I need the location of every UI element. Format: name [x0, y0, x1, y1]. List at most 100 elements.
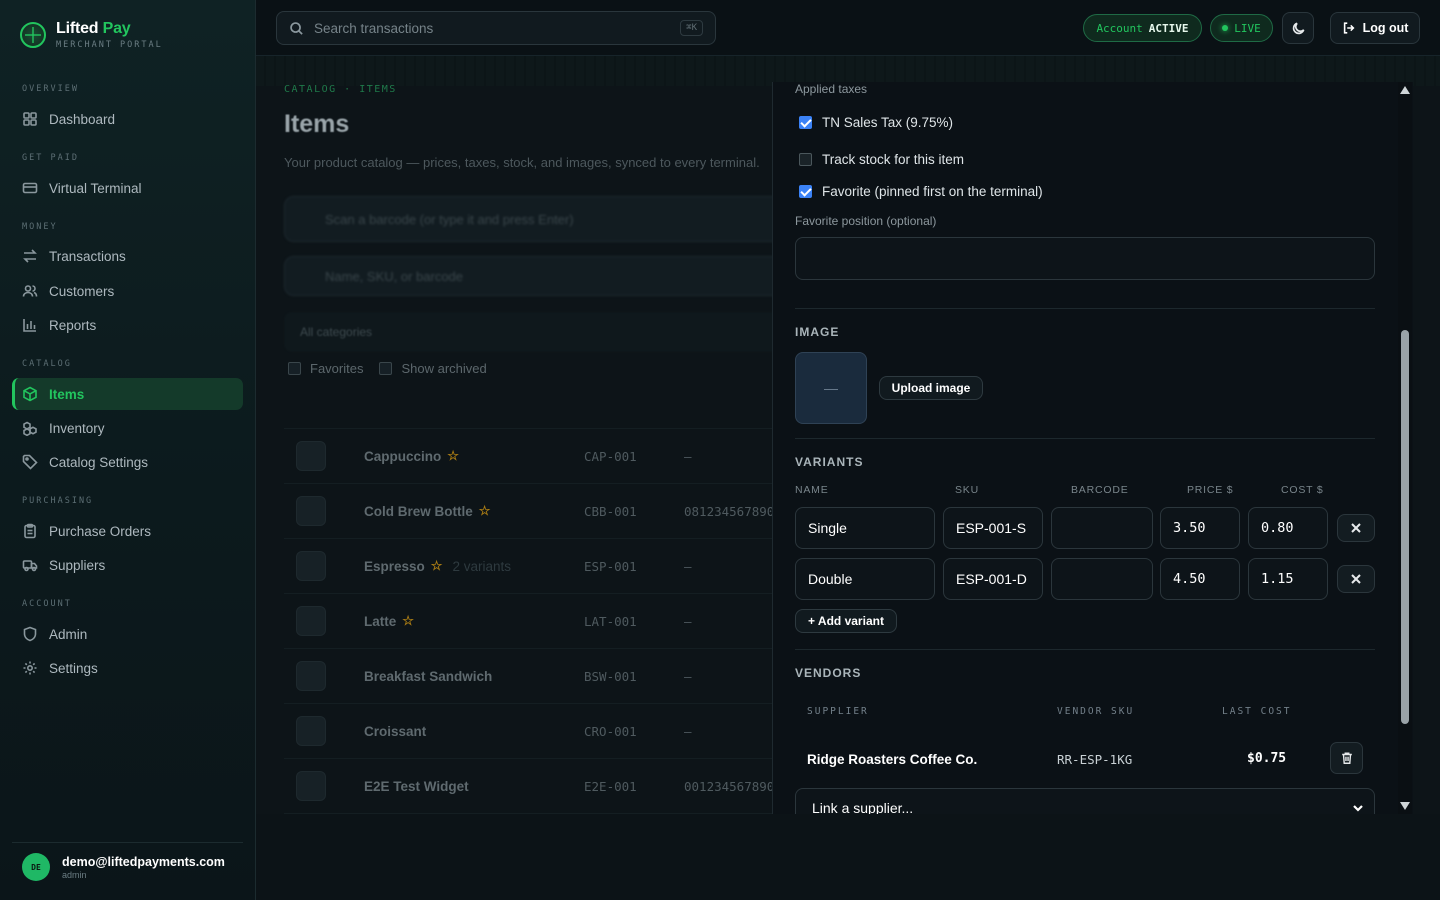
trash-icon: [1341, 752, 1352, 764]
barcode-scan-input[interactable]: Scan a barcode (or type it and press Ent…: [284, 196, 784, 242]
item-name: Croissant: [364, 724, 426, 739]
drawer-scrollbar[interactable]: [1398, 82, 1412, 814]
col-name: NAME: [795, 484, 829, 496]
scroll-thumb[interactable]: [1401, 330, 1409, 724]
remove-variant-button[interactable]: [1337, 565, 1375, 593]
nav-item-items[interactable]: Items: [12, 378, 243, 410]
breadcrumb: CATALOG · ITEMS: [284, 84, 397, 95]
link-supplier-select[interactable]: Link a supplier...: [795, 788, 1375, 814]
nav-item-virtual-terminal[interactable]: Virtual Terminal: [12, 172, 243, 204]
avatar: DE: [22, 853, 50, 881]
star-icon: ☆: [430, 558, 443, 573]
nav-section-money: MONEY: [22, 222, 58, 232]
col-cost: COST $: [1281, 484, 1324, 496]
col-supplier: SUPPLIER: [807, 706, 869, 717]
nav-item-dashboard[interactable]: Dashboard: [12, 103, 243, 135]
item-barcode: —: [684, 668, 692, 684]
item-name-text: Cold Brew Bottle: [364, 503, 473, 519]
brand-subtitle: MERCHANT PORTAL: [56, 40, 163, 50]
archived-filter[interactable]: Show archived: [379, 361, 487, 376]
table-row[interactable]: Cappuccino ☆ CAP-001 —: [284, 429, 784, 484]
page-description: Your product catalog — prices, taxes, st…: [284, 155, 760, 170]
page-bottom: [256, 814, 1440, 900]
divider: [795, 649, 1375, 650]
nav-item-transactions[interactable]: Transactions: [12, 240, 243, 272]
col-last-cost: LAST COST: [1222, 706, 1292, 717]
variant-price-input[interactable]: 4.50: [1160, 558, 1240, 600]
nav-item-admin[interactable]: Admin: [12, 618, 243, 650]
nav-item-reports[interactable]: Reports: [12, 309, 243, 341]
add-variant-button[interactable]: + Add variant: [795, 609, 897, 633]
scroll-up-arrow[interactable]: [1400, 86, 1410, 94]
nav-item-purchase-orders[interactable]: Purchase Orders: [12, 515, 243, 547]
table-row[interactable]: Croissant CRO-001 —: [284, 704, 784, 759]
image-placeholder: —: [795, 352, 867, 424]
favorite-label: Favorite (pinned first on the terminal): [822, 184, 1043, 199]
favorite-position-input[interactable]: [795, 237, 1375, 280]
item-name: E2E Test Widget: [364, 779, 469, 794]
tax-checkbox[interactable]: [799, 116, 812, 129]
category-select[interactable]: All categories: [284, 312, 784, 352]
variant-cost-input[interactable]: 1.15: [1248, 558, 1328, 600]
item-barcode: 001234567890: [684, 778, 775, 794]
item-thumbnail: [296, 606, 326, 636]
boxes-icon: [23, 421, 37, 436]
item-name: Espresso ☆ 2 variants: [364, 558, 511, 574]
user-profile[interactable]: DE demo@liftedpayments.com admin: [12, 842, 243, 881]
nav-label: Items: [49, 386, 85, 402]
variant-name-input[interactable]: Single: [795, 507, 935, 549]
nav-item-customers[interactable]: Customers: [12, 275, 243, 307]
nav-item-inventory[interactable]: Inventory: [12, 412, 243, 444]
track-stock-option[interactable]: Track stock for this item: [799, 152, 964, 167]
theme-toggle-button[interactable]: [1282, 12, 1314, 44]
variant-name-input[interactable]: Double: [795, 558, 935, 600]
nav-item-catalog-settings[interactable]: Catalog Settings: [12, 446, 243, 478]
remove-variant-button[interactable]: [1337, 514, 1375, 542]
account-status-badge: Account ACTIVE: [1083, 14, 1202, 42]
search-input[interactable]: Search transactions ⌘K: [276, 11, 716, 45]
tax-option-label: TN Sales Tax (9.75%): [822, 115, 954, 130]
upload-image-button[interactable]: Upload image: [879, 376, 983, 400]
item-barcode: —: [684, 448, 692, 464]
item-filter-input[interactable]: Name, SKU, or barcode: [284, 256, 784, 296]
variant-sku-input[interactable]: ESP-001-S: [943, 507, 1043, 549]
brand[interactable]: Lifted Pay MERCHANT PORTAL: [20, 20, 163, 50]
table-row[interactable]: Espresso ☆ 2 variants ESP-001 —: [284, 539, 784, 594]
col-price: PRICE $: [1187, 484, 1234, 496]
chevron-down-icon: [1353, 805, 1363, 812]
table-row[interactable]: Latte ☆ LAT-001 —: [284, 594, 784, 649]
nav-item-suppliers[interactable]: Suppliers: [12, 549, 243, 581]
item-thumbnail: [296, 496, 326, 526]
variant-barcode-input[interactable]: [1051, 507, 1153, 549]
variant-price-input[interactable]: 3.50: [1160, 507, 1240, 549]
item-name: Latte ☆: [364, 613, 414, 629]
live-mode-badge[interactable]: LIVE: [1210, 14, 1273, 42]
table-row[interactable]: Cold Brew Bottle ☆ CBB-001 081234567890: [284, 484, 784, 539]
variant-cost-input[interactable]: 0.80: [1248, 507, 1328, 549]
scroll-down-arrow[interactable]: [1400, 802, 1410, 810]
table-row[interactable]: Breakfast Sandwich BSW-001 —: [284, 649, 784, 704]
item-barcode: —: [684, 558, 692, 574]
favorite-option[interactable]: Favorite (pinned first on the terminal): [799, 184, 1043, 199]
variant-barcode-input[interactable]: [1051, 558, 1153, 600]
favorites-filter[interactable]: Favorites: [288, 361, 363, 376]
variant-sku-input[interactable]: ESP-001-D: [943, 558, 1043, 600]
nav-label: Customers: [49, 283, 115, 299]
tax-option[interactable]: TN Sales Tax (9.75%): [799, 115, 953, 130]
track-stock-checkbox[interactable]: [799, 153, 812, 166]
box-icon: [23, 386, 37, 402]
checkbox[interactable]: [288, 362, 301, 375]
nav-section-purchasing: PURCHASING: [22, 496, 94, 506]
logout-icon: [1343, 22, 1355, 34]
star-icon: ☆: [447, 448, 459, 463]
item-name: Breakfast Sandwich: [364, 669, 492, 684]
favorite-checkbox[interactable]: [799, 185, 812, 198]
checkbox[interactable]: [379, 362, 393, 375]
logout-button[interactable]: Log out: [1330, 12, 1420, 44]
table-row[interactable]: E2E Test Widget E2E-001 001234567890: [284, 759, 784, 814]
remove-vendor-button[interactable]: [1330, 742, 1363, 774]
nav-item-settings[interactable]: Settings: [12, 652, 243, 684]
arrows-swap-icon: [23, 249, 37, 263]
shortcut-hint: ⌘K: [680, 20, 703, 36]
globe-logo-icon: [20, 22, 46, 48]
